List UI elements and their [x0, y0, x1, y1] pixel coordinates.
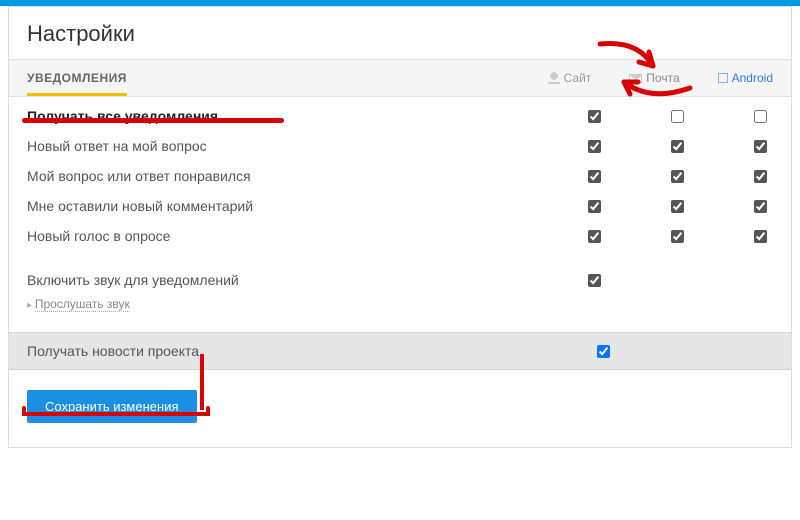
row-checkbox-site[interactable] [588, 140, 601, 153]
notification-row: Мой вопрос или ответ понравился [27, 161, 773, 191]
tabs-row: УВЕДОМЛЕНИЯ Сайт Почта Android [9, 59, 791, 97]
row-checkbox-mail[interactable] [671, 140, 684, 153]
row-checkbox-mail[interactable] [671, 230, 684, 243]
play-sound-link[interactable]: Прослушать звук [35, 297, 130, 312]
row-checkbox-site[interactable] [588, 110, 601, 123]
notification-rows: Получать все уведомления Новый ответ на м… [9, 97, 791, 332]
col-site: Сайт [548, 71, 592, 85]
row-checkbox-site[interactable] [588, 170, 601, 183]
col-mail-label: Почта [646, 71, 679, 85]
row-label: Мой вопрос или ответ понравился [27, 168, 588, 184]
play-sound-row: Прослушать звук [27, 295, 773, 322]
notification-row: Мне оставили новый комментарий [27, 191, 773, 221]
row-checkbox-android[interactable] [754, 140, 767, 153]
news-label: Получать новости проекта [27, 343, 597, 359]
notification-row: Новый ответ на мой вопрос [27, 131, 773, 161]
sound-row: Включить звук для уведомлений [27, 265, 773, 295]
page-title: Настройки [9, 7, 791, 59]
notification-row: Новый голос в опросе [27, 221, 773, 251]
settings-panel: Настройки УВЕДОМЛЕНИЯ Сайт Почта Android… [8, 6, 792, 448]
sound-label: Включить звук для уведомлений [27, 272, 588, 288]
bell-icon [548, 72, 560, 84]
row-checkbox-mail[interactable] [671, 200, 684, 213]
col-site-label: Сайт [564, 71, 592, 85]
news-checkbox[interactable] [597, 345, 610, 358]
mail-icon [629, 74, 642, 83]
row-checkbox-android[interactable] [754, 230, 767, 243]
row-checkbox-android[interactable] [754, 170, 767, 183]
save-button[interactable]: Сохранить изменения [27, 390, 197, 423]
row-checkbox-site[interactable] [588, 200, 601, 213]
row-label: Получать все уведомления [27, 108, 588, 124]
col-android-label: Android [732, 71, 773, 85]
button-row: Сохранить изменения [9, 370, 791, 447]
row-checkbox-android[interactable] [754, 110, 767, 123]
notification-row: Получать все уведомления [27, 101, 773, 131]
column-headers: Сайт Почта Android [548, 71, 773, 85]
row-label: Новый ответ на мой вопрос [27, 138, 588, 154]
tab-notifications[interactable]: УВЕДОМЛЕНИЯ [27, 61, 127, 96]
row-label: Мне оставили новый комментарий [27, 198, 588, 214]
row-checkbox-mail[interactable] [671, 170, 684, 183]
row-checkbox-android[interactable] [754, 200, 767, 213]
row-label: Новый голос в опросе [27, 228, 588, 244]
col-mail: Почта [629, 71, 679, 85]
row-checkbox-site[interactable] [588, 230, 601, 243]
news-row: Получать новости проекта [9, 332, 791, 370]
row-checkbox-mail[interactable] [671, 110, 684, 123]
android-icon [718, 73, 728, 83]
col-android: Android [718, 71, 773, 85]
sound-checkbox[interactable] [588, 274, 601, 287]
